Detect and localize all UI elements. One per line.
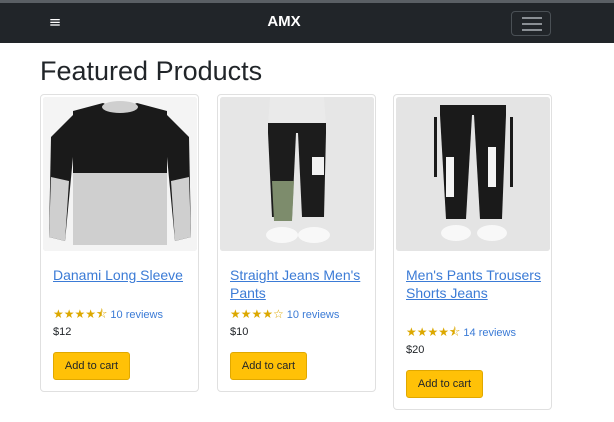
reviews-link[interactable]: 10 reviews: [287, 309, 340, 321]
add-to-cart-button[interactable]: Add to cart: [53, 352, 130, 380]
star-rating-icons: ★★★★⯪: [406, 325, 461, 339]
navbar: ≡ AMX: [0, 3, 614, 43]
add-to-cart-button[interactable]: Add to cart: [406, 370, 483, 398]
hamburger-icon: [522, 17, 542, 31]
straight-jeans-image: [220, 97, 374, 251]
product-card: Straight Jeans Men's Pants ★★★★☆ 10 revie…: [217, 94, 376, 392]
brand-logo[interactable]: AMX: [258, 12, 310, 32]
long-sleeve-shirt-image: [43, 97, 197, 251]
star-rating-icons: ★★★★☆: [230, 307, 284, 321]
cargo-pants-image: [396, 97, 550, 251]
navbar-toggler-button[interactable]: [511, 11, 551, 36]
menu-icon[interactable]: ≡: [48, 13, 62, 31]
product-card: Men's Pants Trousers Shorts Jeans ★★★★⯪ 1…: [393, 94, 552, 410]
reviews-link[interactable]: 10 reviews: [110, 309, 163, 321]
product-rating: ★★★★⯪ 14 reviews: [406, 324, 556, 340]
product-rating: ★★★★☆ 10 reviews: [230, 306, 380, 322]
product-card: Danami Long Sleeve ★★★★⯪ 10 reviews $12 A…: [40, 94, 199, 392]
product-title-link[interactable]: Danami Long Sleeve: [53, 266, 193, 284]
product-rating: ★★★★⯪ 10 reviews: [53, 306, 203, 322]
product-price: $12: [53, 326, 72, 338]
add-to-cart-button[interactable]: Add to cart: [230, 352, 307, 380]
star-rating-icons: ★★★★⯪: [53, 307, 108, 321]
product-title-link[interactable]: Men's Pants Trousers Shorts Jeans: [406, 266, 546, 302]
page-title: Featured Products: [40, 56, 263, 86]
product-price: $10: [230, 326, 249, 338]
product-image[interactable]: [220, 97, 374, 251]
product-title-link[interactable]: Straight Jeans Men's Pants: [230, 266, 370, 302]
product-price: $20: [406, 344, 425, 356]
reviews-link[interactable]: 14 reviews: [463, 327, 516, 339]
product-image[interactable]: [396, 97, 550, 251]
product-image[interactable]: [43, 97, 197, 251]
